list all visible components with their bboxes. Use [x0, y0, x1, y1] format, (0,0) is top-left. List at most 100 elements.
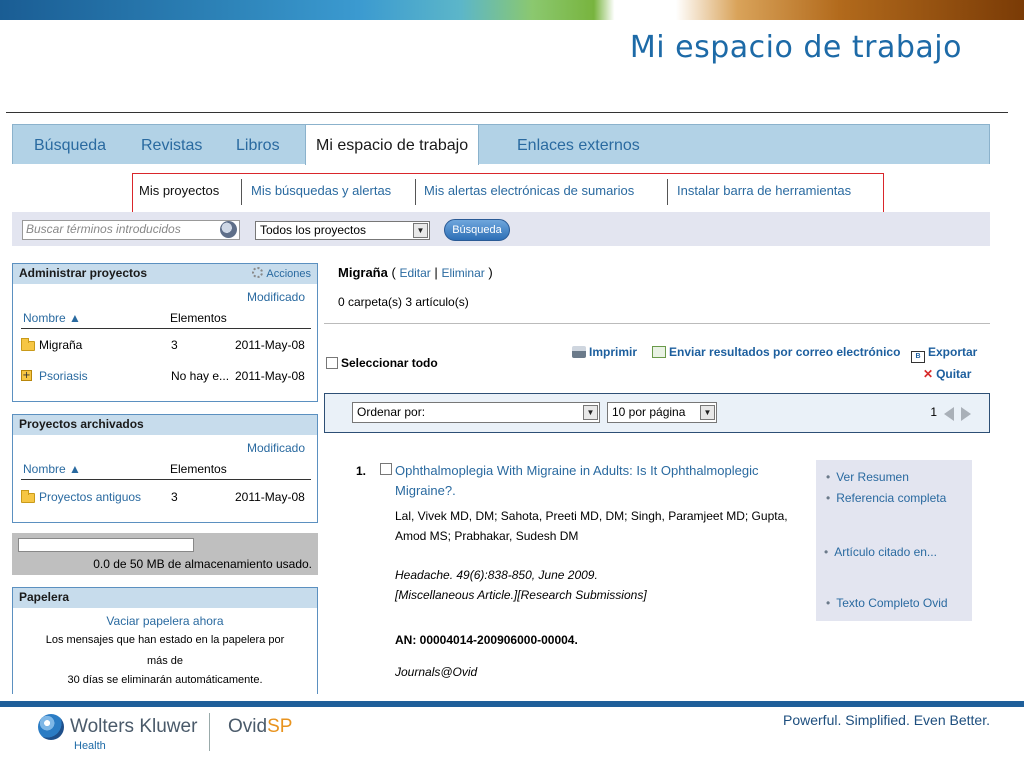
sort-by-select[interactable]: Ordenar por: ▼: [352, 402, 600, 423]
table-divider: [21, 479, 311, 480]
sort-name[interactable]: Nombre ▲: [23, 311, 81, 325]
project-date: 2011-May-08: [235, 369, 305, 383]
full-reference-link[interactable]: Referencia completa: [826, 491, 946, 505]
subnav-divider: [415, 179, 416, 205]
sort-modified[interactable]: Modificado: [247, 441, 305, 455]
cited-by-link[interactable]: Artículo citado en...: [824, 545, 937, 559]
subnav-divider: [667, 179, 668, 205]
ovid-workspace-app: Búsqueda Revistas Libros Mi espacio de t…: [12, 124, 990, 694]
edit-project-link[interactable]: Editar: [399, 266, 430, 280]
separator: |: [434, 265, 438, 280]
brand-division: Health: [74, 740, 106, 752]
archived-projects-header: Proyectos archivados: [13, 415, 317, 435]
title-divider: [6, 112, 1008, 113]
project-filter-value: Todos los proyectos: [260, 223, 367, 237]
result-checkbox[interactable]: [380, 463, 392, 475]
project-title: Migraña: [338, 265, 388, 280]
gear-icon: [252, 267, 264, 278]
remove-button[interactable]: ✕ Quitar: [923, 367, 971, 381]
result-type: [Miscellaneous Article.][Research Submis…: [395, 588, 647, 602]
slide-title: Mi espacio de trabajo: [629, 30, 962, 65]
prev-page-icon[interactable]: [944, 407, 954, 421]
project-name[interactable]: Migraña: [39, 338, 82, 352]
project-items: 3: [171, 338, 178, 352]
trash-header: Papelera: [13, 588, 317, 608]
logo-divider: [209, 713, 210, 751]
sort-by-value: Ordenar por:: [357, 405, 426, 419]
archived-projects-panel: Proyectos archivados Modificado Nombre ▲…: [12, 414, 318, 523]
chevron-down-icon[interactable]: ▼: [700, 405, 715, 420]
print-label: Imprimir: [589, 345, 638, 359]
storage-progress-bar: [18, 538, 194, 552]
subnav-divider: [241, 179, 242, 205]
result-number: 1.: [356, 464, 367, 478]
search-icon[interactable]: [220, 221, 237, 238]
delete-project-link[interactable]: Eliminar: [441, 266, 484, 280]
actions-menu[interactable]: Acciones: [252, 267, 311, 280]
manage-projects-title: Administrar proyectos: [19, 266, 148, 280]
select-all-label: Seleccionar todo: [341, 356, 438, 370]
next-page-icon[interactable]: [961, 407, 971, 421]
export-button[interactable]: B Exportar: [911, 345, 977, 363]
expand-folder-icon[interactable]: +: [21, 370, 32, 381]
trash-info-line: 30 días se eliminarán automáticamente.: [67, 674, 263, 686]
storage-text: 0.0 de 50 MB de almacenamiento usado.: [93, 557, 312, 571]
column-items: Elementos: [170, 462, 227, 476]
export-icon: B: [911, 351, 925, 363]
trash-panel: Papelera Vaciar papelera ahora Los mensa…: [12, 587, 318, 694]
ovid-full-text-link[interactable]: Texto Completo Ovid: [826, 596, 947, 610]
chevron-down-icon[interactable]: ▼: [413, 223, 428, 238]
sort-name[interactable]: Nombre ▲: [23, 462, 81, 476]
search-input[interactable]: Buscar términos introducidos: [22, 220, 240, 240]
result-accession: AN: 00004014-200906000-00004.: [395, 633, 578, 647]
project-filter-select[interactable]: Todos los proyectos ▼: [255, 221, 430, 240]
remove-label: Quitar: [936, 367, 972, 381]
tab-enlaces-externos[interactable]: Enlaces externos: [517, 125, 640, 165]
view-abstract-link[interactable]: Ver Resumen: [826, 470, 909, 484]
print-button[interactable]: Imprimir: [572, 345, 637, 359]
globe-icon: [38, 714, 64, 740]
tab-mi-espacio[interactable]: Mi espacio de trabajo: [305, 125, 480, 165]
email-results-button[interactable]: Enviar resultados por correo electrónico: [652, 345, 900, 359]
subnav-instalar-barra[interactable]: Instalar barra de herramientas: [677, 183, 851, 198]
search-bar: Buscar términos introducidos Todos los p…: [12, 212, 990, 246]
tab-libros[interactable]: Libros: [236, 125, 280, 165]
tab-busqueda[interactable]: Búsqueda: [34, 125, 106, 165]
content-divider: [324, 323, 990, 324]
paren: (: [391, 265, 396, 280]
top-banner: [0, 0, 1024, 20]
per-page-select[interactable]: 10 por página ▼: [607, 402, 717, 423]
subnav-alertas-sumarios[interactable]: Mis alertas electrónicas de sumarios: [424, 183, 634, 198]
manage-projects-header: Administrar proyectos Acciones: [13, 264, 317, 284]
project-header: Migraña ( Editar | Eliminar ): [338, 265, 493, 280]
select-all[interactable]: Seleccionar todo: [326, 356, 438, 370]
column-items: Elementos: [170, 311, 227, 325]
product-suffix: SP: [267, 716, 293, 737]
close-icon: ✕: [923, 367, 934, 381]
result-title-link[interactable]: Ophthalmoplegia With Migraine in Adults:…: [395, 461, 815, 501]
trash-info-line: Los mensajes que han estado en la papele…: [45, 634, 285, 646]
sort-bar: Ordenar por: ▼ 10 por página ▼ 1: [324, 393, 990, 433]
paren: ): [488, 265, 493, 280]
folder-icon: [21, 490, 35, 503]
sort-modified[interactable]: Modificado: [247, 290, 305, 304]
select-all-checkbox[interactable]: [326, 357, 338, 369]
result-links-box: Ver Resumen Referencia completa Artículo…: [816, 460, 972, 621]
subnav-mis-proyectos[interactable]: Mis proyectos: [139, 183, 219, 198]
project-items: No hay e...: [171, 369, 230, 383]
export-label: Exportar: [928, 345, 978, 359]
product-prefix: Ovid: [228, 716, 268, 737]
chevron-down-icon[interactable]: ▼: [583, 405, 598, 420]
manage-projects-panel: Administrar proyectos Acciones Modificad…: [12, 263, 318, 402]
workspace-subnav: Mis proyectos Mis búsquedas y alertas Mi…: [132, 173, 884, 217]
project-name[interactable]: Psoriasis: [39, 369, 88, 383]
table-divider: [21, 328, 311, 329]
search-button[interactable]: Búsqueda: [444, 219, 510, 241]
tab-revistas[interactable]: Revistas: [141, 125, 202, 165]
subnav-busquedas-alertas[interactable]: Mis búsquedas y alertas: [251, 183, 391, 198]
trash-info-line: más de: [146, 655, 184, 667]
project-count: 0 carpeta(s) 3 artículo(s): [338, 295, 469, 309]
project-name[interactable]: Proyectos antiguos: [39, 490, 141, 504]
actions-label: Acciones: [266, 268, 311, 280]
empty-trash-link[interactable]: Vaciar papelera ahora: [13, 614, 317, 628]
